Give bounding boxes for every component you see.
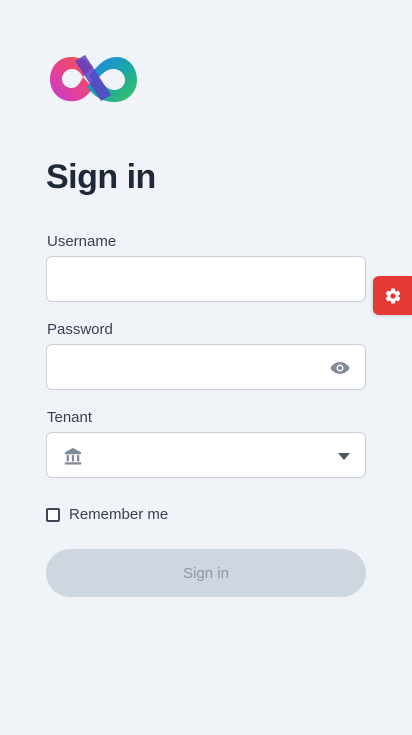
gear-icon — [385, 288, 400, 304]
page-title: Sign in — [46, 158, 156, 196]
username-input[interactable] — [47, 257, 365, 301]
tenant-label: Tenant — [47, 409, 93, 426]
sign-in-button[interactable]: Sign in — [46, 549, 366, 597]
app-logo-icon — [50, 55, 137, 102]
remember-me-label: Remember me — [69, 506, 169, 523]
username-field-container — [46, 256, 366, 302]
chevron-down-icon — [338, 453, 350, 460]
bank-icon — [64, 447, 82, 465]
settings-button[interactable] — [373, 276, 412, 315]
password-input[interactable] — [47, 345, 365, 389]
password-label: Password — [47, 321, 113, 338]
eye-icon[interactable] — [330, 359, 350, 377]
remember-me-option[interactable]: Remember me — [46, 506, 168, 523]
sign-in-page: Sign in Username Password Tenant Remembe — [0, 0, 412, 735]
tenant-select[interactable] — [46, 432, 366, 478]
password-field-container — [46, 344, 366, 390]
remember-me-checkbox[interactable] — [46, 507, 60, 522]
username-label: Username — [47, 233, 117, 250]
